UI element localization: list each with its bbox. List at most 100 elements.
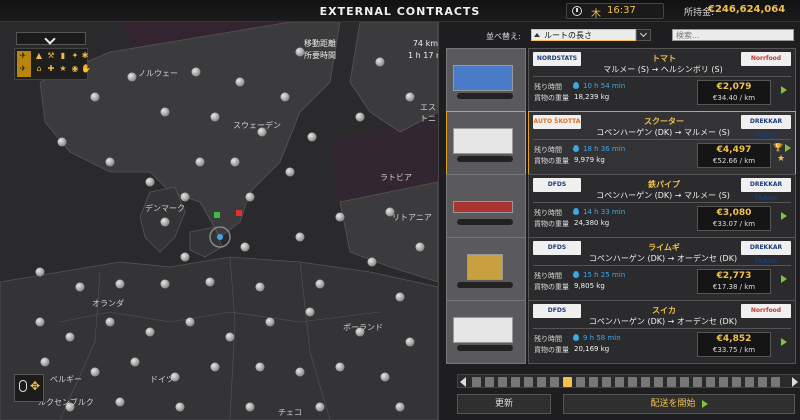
page-tick[interactable] [693,377,702,387]
page-tick[interactable] [615,377,624,387]
divider [533,265,791,266]
page-tick[interactable] [472,377,481,387]
select-job-arrow-icon[interactable] [781,275,787,283]
job-route: コペンハーゲン (DK) → オーデンセ (DK) [588,254,738,263]
clock-icon [573,271,579,278]
page-tick[interactable] [511,377,520,387]
trailer-thumbnail [446,237,526,301]
page-tick[interactable] [485,377,494,387]
map-label-denmark: デンマーク [145,204,185,213]
map-label-luxembourg: ルクセンブルク [38,398,94,407]
world-map[interactable]: ▲ ⚒ ▮ ✦ ⌂ ✚ ★ ◉ ✱ ✋ ✈ ✈ 移動距離 74 km 所要時間 1 … [0,22,438,420]
cargo-name: 鉄パイプ [648,180,680,189]
job-details: DFDS ライムギ DREKKAR TRANS コペンハーゲン (DK) → オ… [528,237,796,301]
truck-icon[interactable]: ▲ [35,52,43,60]
select-job-arrow-icon[interactable] [781,212,787,220]
page-tick[interactable] [758,377,767,387]
scroll-right-icon[interactable] [792,377,798,387]
page-tick[interactable] [576,377,585,387]
trailer-thumbnail [446,48,526,112]
select-job-arrow-icon[interactable] [785,144,791,152]
trailer-wheels [457,345,513,351]
job-row[interactable]: DFDS 鉄パイプ DREKKAR TRANS コペンハーゲン (DK) → マ… [446,174,796,238]
cross-icon[interactable]: ✚ [47,65,55,73]
cargo-weight-value: 20,169 kg [574,345,610,353]
page-tick[interactable] [771,377,780,387]
time-left-value: 15 h 25 min [583,271,626,279]
map-label-germany: ドイツ [150,375,174,384]
time-left-label: 残り時間 [534,83,562,91]
time-left-value: 18 h 36 min [583,145,626,153]
page-tick[interactable] [602,377,611,387]
lock-icon: ✈ [19,64,27,73]
job-price-per-km: €17.38 / km [712,283,756,291]
cargo-weight-label: 貨物の重量 [534,157,569,165]
divider [533,76,791,77]
page-tick[interactable] [550,377,559,387]
trailer-body [453,128,513,154]
trailer-wheels [457,219,513,225]
map-filter-panel: ▲ ⚒ ▮ ✦ ⌂ ✚ ★ ◉ ✱ ✋ ✈ ✈ [14,48,91,80]
page-tick[interactable] [732,377,741,387]
garage-icon[interactable]: ⌂ [35,65,43,73]
search-input[interactable] [672,29,794,41]
star-icon[interactable]: ★ [59,65,67,73]
job-row[interactable]: DFDS スイカ Norrfood コペンハーゲン (DK) → オーデンセ (… [446,300,796,364]
play-icon [701,399,708,408]
map-label-belgium: ベルギー [50,375,82,384]
trailer-thumbnail [446,174,526,238]
gear-icon[interactable]: ✱ [81,52,89,60]
start-delivery-label: 配送を開始 [650,399,696,409]
wrench-icon[interactable]: ✦ [71,52,79,60]
camera-icon[interactable]: ◉ [71,65,79,73]
page-tick[interactable] [628,377,637,387]
job-row[interactable]: DFDS ライムギ DREKKAR TRANS コペンハーゲン (DK) → オ… [446,237,796,301]
sort-select[interactable]: ルートの長さ [531,29,636,41]
price-box: €3,080 €33.07 / km [697,206,771,231]
select-job-arrow-icon[interactable] [781,86,787,94]
job-route: コペンハーゲン (DK) → オーデンセ (DK) [588,317,738,326]
time-left-value: 10 h 54 min [583,82,626,90]
job-price: €4,497 [716,145,752,155]
scroll-left-icon[interactable] [460,377,466,387]
star-icon: ★ [777,154,786,164]
time-left-label: 残り時間 [534,272,562,280]
page-tick[interactable] [680,377,689,387]
page-tick[interactable] [498,377,507,387]
page-tick[interactable] [654,377,663,387]
hand-icon[interactable]: ✋ [81,65,91,73]
page-tick[interactable] [719,377,728,387]
job-route: コペンハーゲン (DK) → マルメー (S) [596,128,730,137]
job-details: AUTO ŠKOTTA スクーター DREKKAR TRANS コペンハーゲン … [528,111,796,175]
sort-dropdown-button[interactable] [636,29,651,41]
page-tick[interactable] [706,377,715,387]
job-price-per-km: €33.75 / km [712,346,756,354]
hammer-icon[interactable]: ⚒ [47,52,55,60]
price-box: €2,773 €17.38 / km [697,269,771,294]
funds-value: €246,624,064 [708,4,786,15]
page-tick[interactable] [524,377,533,387]
job-details: DFDS スイカ Norrfood コペンハーゲン (DK) → オーデンセ (… [528,300,796,364]
cargo-weight-value: 24,380 kg [574,219,610,227]
page-tick[interactable] [667,377,676,387]
job-row-selected[interactable]: AUTO ŠKOTTA スクーター DREKKAR TRANS コペンハーゲン … [446,111,796,175]
price-box: €2,079 €34.40 / km [697,80,771,105]
page-tick-selected[interactable] [563,377,572,387]
refresh-button[interactable]: 更新 [457,394,551,414]
fuel-icon[interactable]: ▮ [59,52,67,60]
start-delivery-button[interactable]: 配送を開始 [563,394,795,414]
map-menu-toggle[interactable] [16,32,86,45]
page-tick[interactable] [537,377,546,387]
cargo-weight-value: 9,805 kg [574,282,605,290]
time-left-label: 残り時間 [534,335,562,343]
job-row[interactable]: NORDSTATS トマト Norrfood マルメー (S) → ヘルシンボリ… [446,48,796,112]
page-tick[interactable] [589,377,598,387]
page-tick[interactable] [745,377,754,387]
map-navigation-control[interactable]: ✥ [14,374,44,402]
select-job-arrow-icon[interactable] [781,338,787,346]
job-price-per-km: €52.66 / km [712,157,756,165]
list-scrollbar[interactable] [457,374,800,388]
page-tick[interactable] [641,377,650,387]
job-price-per-km: €34.40 / km [712,94,756,102]
page-title: EXTERNAL CONTRACTS [319,5,481,18]
